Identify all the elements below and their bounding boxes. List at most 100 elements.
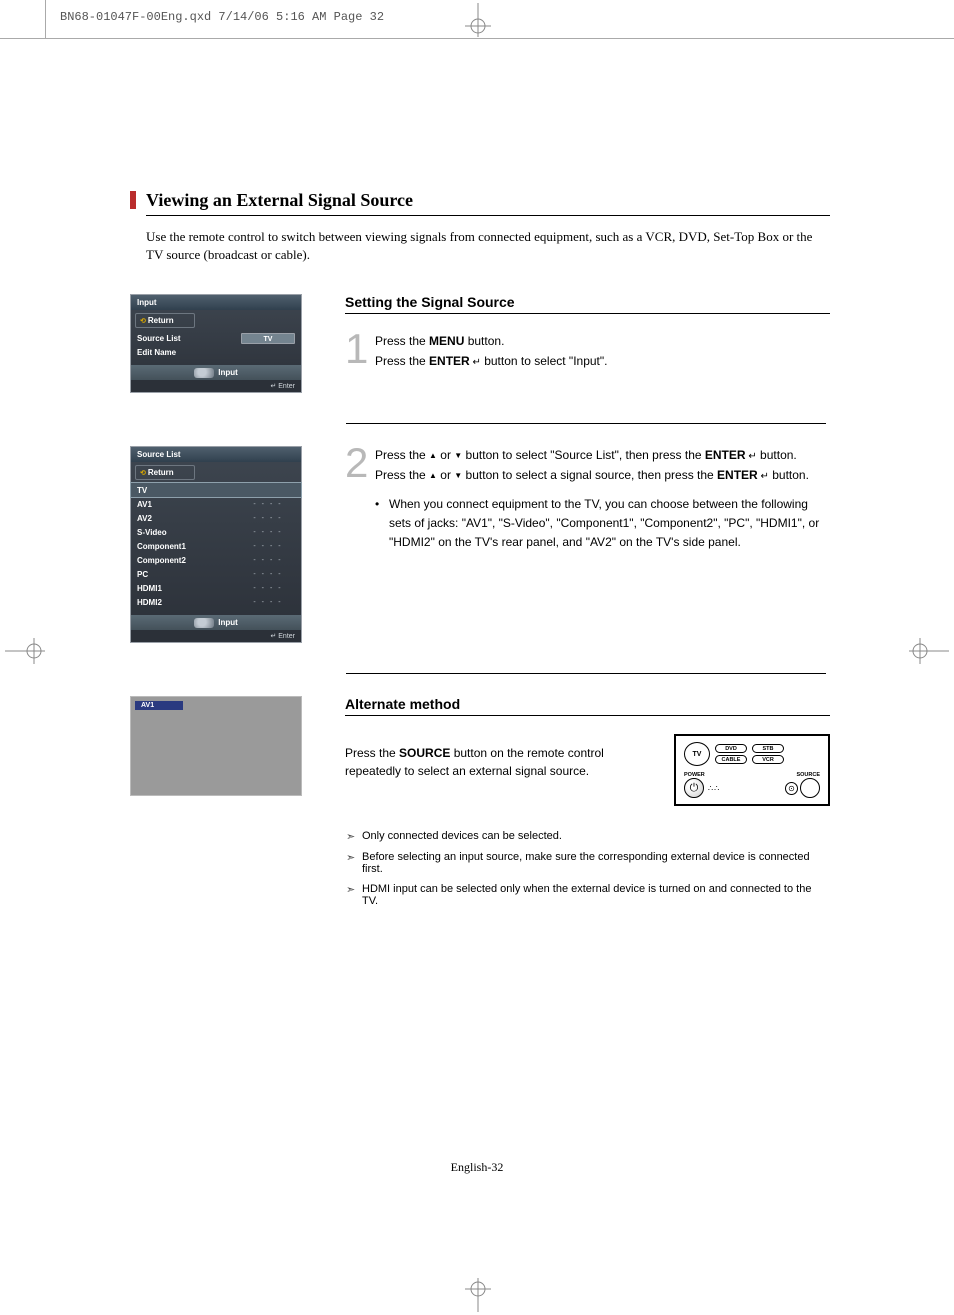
section-setting-source: Input ⟲Return Source ListTV Edit Name In… [130,294,830,393]
source-button-icon [800,778,820,798]
page-title: Viewing an External Signal Source [146,190,830,216]
osd-row-edit-name: Edit Name [131,345,301,359]
osd-row-value: - - - - [241,585,295,592]
text: or [437,468,454,482]
osd-row-value: - - - - [241,599,295,606]
note-item: ➣Before selecting an input source, make … [346,851,830,875]
osd-row-svideo: S-Video- - - - [131,525,301,539]
text: Press the [375,468,429,482]
osd-row-label: Component1 [137,542,241,551]
enter-icon: ↵ [470,357,481,368]
registration-mark-icon [909,638,949,664]
registration-mark-icon [5,638,45,664]
text: button to select a signal source, then p… [462,468,717,482]
bullet-text: When you connect equipment to the TV, yo… [389,495,830,553]
step-number: 1 [345,332,375,370]
step-body: Press the MENU button. Press the ENTER ↵… [375,332,607,370]
registration-mark-icon [465,3,491,37]
section-heading: Setting the Signal Source [345,294,830,314]
remote-diagram: TV DVD CABLE STB VCR [674,734,830,806]
osd-row-component2: Component2- - - - [131,553,301,567]
osd-row-label: Component2 [137,556,241,565]
text: or [437,448,454,462]
up-arrow-icon [429,448,437,462]
text: Press the [375,354,429,368]
osd-footer: Input [131,615,301,630]
return-icon: ⟲ [140,470,146,477]
intro-text: Use the remote control to switch between… [146,228,830,264]
dial-icon [194,368,214,378]
osd-footer-label: Input [218,618,238,627]
power-icon: ⏻ [684,778,704,798]
source-small-icon: ⊙ [785,782,798,795]
step-number: 2 [345,446,375,552]
bullet-note: • When you connect equipment to the TV, … [375,495,830,553]
section-alternate: AV1 Alternate method Press the SOURCE bu… [130,696,830,806]
osd-return: ⟲Return [135,465,195,480]
tv-source-label: AV1 [135,701,183,710]
osd-row-value: - - - - [241,529,295,536]
key-name: ENTER [717,468,758,482]
osd-source-list: Source List ⟲Return TV AV1- - - - AV2- -… [130,446,302,643]
osd-row-label: PC [137,570,241,579]
remote-stb-button: STB [752,744,784,753]
osd-row-label: HDMI2 [137,598,241,607]
key-name: MENU [429,334,464,348]
text: button to select "Input". [481,354,608,368]
page-number: English-32 [0,1160,954,1175]
notes-list: ➣Only connected devices can be selected.… [346,830,830,907]
note-text: HDMI input can be selected only when the… [362,883,830,907]
registration-mark-icon [465,1278,491,1312]
text: button. [769,468,809,482]
text: Press the [375,334,429,348]
note-icon: ➣ [346,851,362,875]
up-arrow-icon [429,468,437,482]
remote-tv-button: TV [684,742,710,766]
alternate-row: Press the SOURCE button on the remote co… [345,734,830,806]
note-item: ➣Only connected devices can be selected. [346,830,830,843]
osd-row-label: S-Video [137,528,241,537]
step-2: 2 Press the or button to select "Source … [345,446,830,552]
osd-row-label: Edit Name [137,348,295,357]
osd-row-label: TV [137,486,295,495]
divider [346,423,826,424]
osd-row-value: - - - - [241,543,295,550]
osd-footer: Input [131,365,301,380]
crop-mark [0,38,954,39]
osd-row-hdmi1: HDMI1- - - - [131,581,301,595]
osd-row-pc: PC- - - - [131,567,301,581]
return-icon: ⟲ [140,318,146,325]
osd-return-label: Return [148,316,174,325]
osd-row-source-list: Source ListTV [131,331,301,345]
key-name: ENTER [429,354,470,368]
text: Press the [375,448,429,462]
osd-row-label: AV1 [137,500,241,509]
note-text: Before selecting an input source, make s… [362,851,830,875]
enter-icon: ↵ [758,471,769,482]
note-text: Only connected devices can be selected. [362,830,562,843]
osd-row-value: - - - - [241,571,295,578]
crop-mark [45,0,46,38]
osd-row-av1: AV1- - - - [131,497,301,511]
osd-footer-label: Input [218,368,238,377]
remote-cable-button: CABLE [715,755,747,764]
osd-row-component1: Component1- - - - [131,539,301,553]
note-item: ➣HDMI input can be selected only when th… [346,883,830,907]
osd-row-label: Source List [137,334,241,343]
divider [346,673,826,674]
content-area: Viewing an External Signal Source Use th… [130,190,830,915]
file-slug: BN68-01047F-00Eng.qxd 7/14/06 5:16 AM Pa… [60,10,384,24]
remote-dots-icon: ∴∴ [708,786,720,791]
osd-return-label: Return [148,468,174,477]
osd-row-value: - - - - [241,515,295,522]
remote-vcr-button: VCR [752,755,784,764]
note-icon: ➣ [346,830,362,843]
bullet-icon: • [375,495,389,553]
key-name: SOURCE [399,746,450,760]
osd-enter-label: Enter [278,633,295,640]
dial-icon [194,618,214,628]
osd-row-tv: TV [131,483,301,497]
note-icon: ➣ [346,883,362,907]
text: button. [757,448,797,462]
key-name: ENTER [705,448,746,462]
